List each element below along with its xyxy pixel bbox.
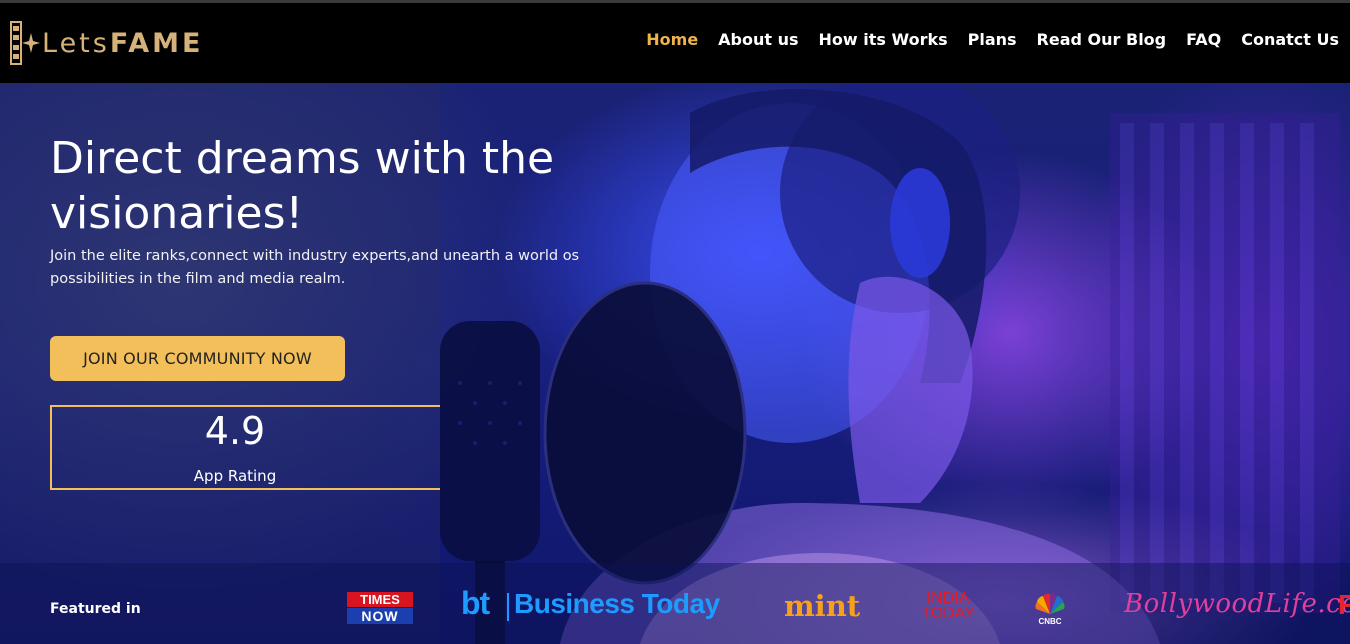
- logo-text-lets: Lets: [42, 27, 110, 59]
- nav-how-its-works[interactable]: How its Works: [819, 30, 948, 49]
- app-rating-card: 4.9 App Rating: [50, 405, 440, 490]
- letsfame-logo[interactable]: LetsFAME: [10, 21, 203, 65]
- hero-headline: Direct dreams with the visionaries!: [50, 131, 650, 241]
- logo-wordmark: LetsFAME: [42, 28, 203, 59]
- times-now-top: TIMES: [347, 592, 413, 607]
- business-today-bt-mark[interactable]: bt: [461, 585, 490, 622]
- india-today-top: INDIA: [926, 590, 970, 607]
- nav-home[interactable]: Home: [646, 30, 698, 49]
- mint-logo[interactable]: mint: [784, 589, 860, 623]
- hero-subtext: Join the elite ranks,connect with indust…: [50, 248, 580, 287]
- nav-read-our-blog[interactable]: Read Our Blog: [1037, 30, 1167, 49]
- nav-about-us[interactable]: About us: [718, 30, 798, 49]
- rating-value: 4.9: [204, 409, 266, 453]
- india-today-logo[interactable]: INDIA TODAY: [914, 590, 982, 622]
- main-nav: Home About us How its Works Plans Read O…: [646, 30, 1339, 49]
- headline-line-1: Direct dreams with the: [50, 133, 555, 184]
- business-today-logo[interactable]: Business Today: [514, 588, 720, 620]
- rating-label: App Rating: [193, 467, 277, 485]
- india-today-bottom: TODAY: [921, 605, 975, 622]
- cnbc-text: CNBC: [1038, 617, 1062, 626]
- headline-line-2: visionaries!: [50, 188, 304, 239]
- times-now-logo[interactable]: TIMES NOW: [347, 592, 413, 624]
- nav-plans[interactable]: Plans: [968, 30, 1017, 49]
- cnbc-logo[interactable]: CNBC: [1031, 592, 1069, 626]
- logo-text-fame: FAME: [109, 27, 204, 59]
- partial-logo[interactable]: F: [1338, 589, 1350, 621]
- times-now-bottom: NOW: [347, 608, 413, 624]
- film-star-icon: [10, 21, 40, 65]
- cnbc-peacock-icon: [1035, 593, 1065, 614]
- bollywoodlife-logo[interactable]: BollywoodLife.com: [1124, 589, 1350, 619]
- featured-in-label: Featured in: [50, 601, 141, 617]
- nav-contact-us[interactable]: Conatct Us: [1241, 30, 1339, 49]
- top-navbar: LetsFAME Home About us How its Works Pla…: [0, 3, 1350, 83]
- join-community-button[interactable]: JOIN OUR COMMUNITY NOW: [50, 336, 345, 381]
- nav-faq[interactable]: FAQ: [1186, 30, 1221, 49]
- business-today-divider: [507, 593, 509, 621]
- hero-section: Direct dreams with the visionaries! Join…: [0, 83, 1350, 644]
